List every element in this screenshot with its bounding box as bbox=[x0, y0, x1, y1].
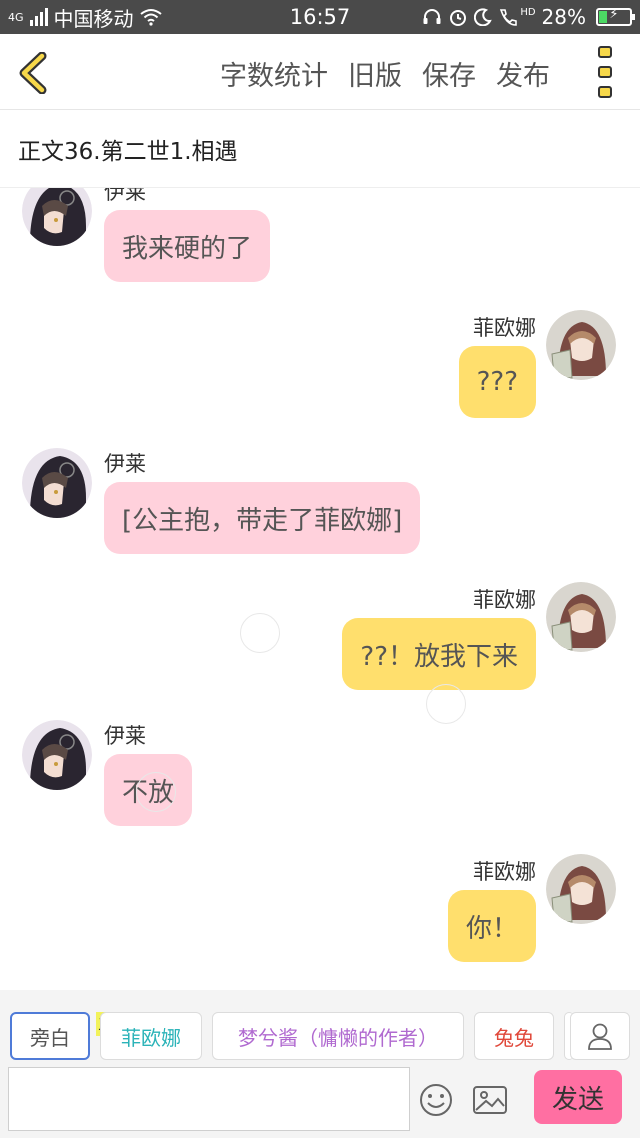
emoji-icon[interactable] bbox=[416, 1080, 456, 1120]
more-icon[interactable] bbox=[594, 46, 616, 98]
image-icon[interactable] bbox=[470, 1080, 510, 1120]
message-bubble-right[interactable]: ??！放我下来 bbox=[342, 618, 536, 690]
role-label: 兔兔 bbox=[494, 1025, 534, 1050]
publish-button[interactable]: 发布 bbox=[496, 54, 550, 93]
speaker-name: 菲欧娜 bbox=[473, 588, 536, 612]
avatar-yilai[interactable] bbox=[22, 720, 92, 790]
hd-label: HD bbox=[520, 6, 536, 18]
message-bubble-left[interactable]: [公主抱，带走了菲欧娜] bbox=[104, 482, 421, 554]
message-text: ??！放我下来 bbox=[360, 641, 518, 672]
message-text: 你！ bbox=[465, 913, 518, 944]
battery-percent: 28% bbox=[541, 5, 586, 29]
role-selector: 旁白 主 菲欧娜 梦兮酱（慵懒的作者） 兔兔 bbox=[0, 990, 640, 1066]
speaker-name: 伊莱 bbox=[104, 188, 146, 204]
role-label: 梦兮酱（慵懒的作者） bbox=[238, 1025, 438, 1050]
speaker-name: 伊莱 bbox=[104, 724, 146, 748]
avatar-yilai[interactable] bbox=[22, 188, 92, 246]
avatar-feiouna[interactable] bbox=[546, 582, 616, 652]
user-icon bbox=[588, 1023, 612, 1050]
message-bubble-right[interactable]: 你！ bbox=[447, 890, 536, 962]
avatar-red-hood-image bbox=[546, 310, 616, 380]
old-version-button[interactable]: 旧版 bbox=[348, 54, 402, 93]
message-bubble-left[interactable]: 我来硬的了 bbox=[104, 210, 271, 282]
role-label: 菲欧娜 bbox=[121, 1025, 181, 1050]
word-count-button[interactable]: 字数统计 bbox=[220, 54, 328, 93]
speaker-name: 菲欧娜 bbox=[473, 860, 536, 884]
touch-ripple bbox=[426, 684, 466, 724]
avatar-red-hood-image bbox=[546, 854, 616, 924]
touch-ripple bbox=[136, 772, 176, 812]
message-bubble-right[interactable]: ??? bbox=[458, 346, 536, 418]
speaker-name: 伊莱 bbox=[104, 452, 146, 476]
avatar-dark-hood-image bbox=[22, 720, 92, 790]
charging-icon: ⚡ bbox=[609, 7, 619, 22]
avatar-feiouna[interactable] bbox=[546, 854, 616, 924]
message-text: 我来硬的了 bbox=[122, 233, 253, 264]
avatar-dark-hood-image bbox=[22, 448, 92, 518]
role-label: 旁白 bbox=[30, 1025, 70, 1050]
role-tutu[interactable]: 兔兔 bbox=[474, 1012, 554, 1060]
alarm-icon bbox=[450, 10, 467, 26]
send-button[interactable]: 发送 bbox=[534, 1070, 622, 1124]
back-arrow-icon[interactable] bbox=[16, 52, 50, 94]
app-screen: 4G 中国移动 16:57 HD 28% ⚡ 字数统计 旧版 保存 发布 正文3… bbox=[0, 0, 640, 1138]
avatar-yilai[interactable] bbox=[22, 448, 92, 518]
save-button[interactable]: 保存 bbox=[422, 54, 476, 93]
role-author[interactable]: 梦兮酱（慵懒的作者） bbox=[212, 1012, 464, 1060]
avatar-feiouna[interactable] bbox=[546, 310, 616, 380]
phone-icon bbox=[500, 9, 518, 26]
touch-ripple bbox=[240, 613, 280, 653]
message-text: ??? bbox=[476, 367, 518, 397]
moon-icon bbox=[474, 8, 493, 26]
battery-icon: ⚡ bbox=[596, 7, 635, 26]
message-text: [公主抱，带走了菲欧娜] bbox=[122, 505, 403, 536]
avatar-dark-hood-image bbox=[22, 188, 92, 246]
status-right: HD 28% ⚡ bbox=[422, 0, 635, 34]
role-feiouna[interactable]: 菲欧娜 bbox=[100, 1012, 202, 1060]
headset-icon bbox=[423, 9, 441, 24]
chapter-title: 正文36.第二世1.相遇 bbox=[0, 110, 640, 188]
message-input[interactable] bbox=[8, 1067, 410, 1131]
chat-area[interactable]: 伊莱 我来硬的了 菲欧娜 ??? 伊莱 [公主抱，带走了菲欧娜] 菲欧娜 ??！… bbox=[0, 188, 640, 990]
add-role-button[interactable] bbox=[570, 1012, 630, 1060]
input-bar: 发送 bbox=[0, 1066, 640, 1138]
header-menu: 字数统计 旧版 保存 发布 bbox=[220, 54, 550, 93]
avatar-red-hood-image bbox=[546, 582, 616, 652]
editor-header: 字数统计 旧版 保存 发布 bbox=[0, 34, 640, 110]
role-narration[interactable]: 旁白 bbox=[10, 1012, 90, 1060]
status-bar: 4G 中国移动 16:57 HD 28% ⚡ bbox=[0, 0, 640, 34]
chapter-title-text: 正文36.第二世1.相遇 bbox=[18, 138, 238, 165]
speaker-name: 菲欧娜 bbox=[473, 316, 536, 340]
